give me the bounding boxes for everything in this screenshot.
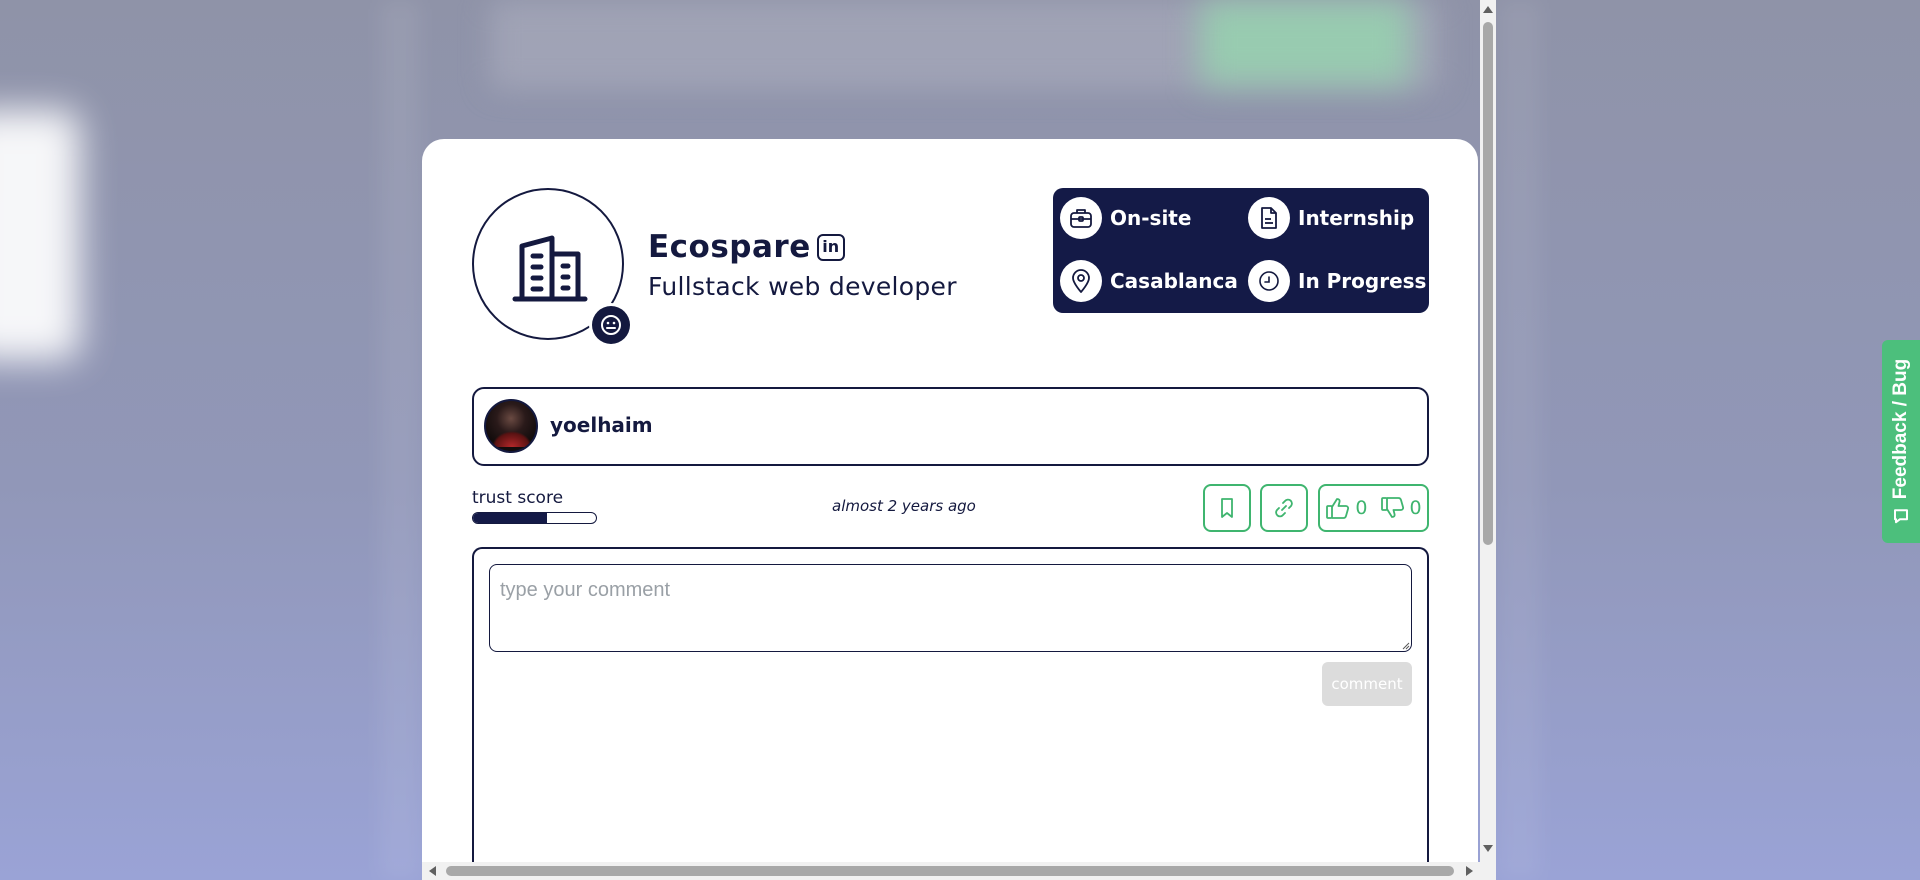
tag-label: On-site xyxy=(1110,206,1192,230)
tag-status: In Progress xyxy=(1248,260,1426,302)
job-tags-panel: On-site Internship Casablanca In Progres… xyxy=(1053,188,1429,313)
poster-username[interactable]: yoelhaim xyxy=(550,413,653,437)
trust-score-fill xyxy=(473,513,547,523)
scroll-down-arrow-icon[interactable] xyxy=(1483,845,1493,852)
scroll-left-arrow-icon[interactable] xyxy=(429,866,436,876)
blurred-green-button xyxy=(1200,0,1410,85)
company-name: Ecospare xyxy=(648,229,811,265)
copy-link-button[interactable] xyxy=(1260,484,1308,532)
scrollbar-thumb[interactable] xyxy=(1483,22,1493,545)
resize-grip-icon[interactable] xyxy=(1400,640,1410,650)
bookmark-button[interactable] xyxy=(1203,484,1251,532)
thumbs-down-icon[interactable] xyxy=(1380,496,1406,520)
scrollbar-corner xyxy=(1480,858,1496,880)
neutral-face-icon xyxy=(601,315,621,335)
scroll-up-arrow-icon[interactable] xyxy=(1483,6,1493,13)
tag-contract-type: Internship xyxy=(1248,197,1414,239)
scroll-right-arrow-icon[interactable] xyxy=(1466,866,1473,876)
votes-group: 0 0 xyxy=(1318,484,1429,532)
tag-label: Internship xyxy=(1298,206,1415,230)
feedback-bug-tab[interactable]: Feedback / Bug xyxy=(1882,340,1920,543)
job-title: Fullstack web developer xyxy=(648,272,957,301)
tag-work-mode: On-site xyxy=(1060,197,1191,239)
vertical-scrollbar[interactable] xyxy=(1480,0,1496,858)
avatar[interactable] xyxy=(484,399,538,453)
tag-location: Casablanca xyxy=(1060,260,1238,302)
horizontal-scrollbar[interactable] xyxy=(422,862,1480,880)
comments-section: comment xyxy=(472,547,1429,880)
thumbs-up-icon[interactable] xyxy=(1325,496,1351,520)
dislike-count: 0 xyxy=(1409,497,1422,519)
link-icon xyxy=(1275,498,1293,518)
chat-icon xyxy=(1894,508,1908,523)
blurred-band xyxy=(1500,0,1540,880)
blurred-band xyxy=(380,0,420,880)
poster-card[interactable]: yoelhaim xyxy=(472,387,1429,466)
linkedin-icon[interactable]: in xyxy=(816,233,845,261)
clock-icon xyxy=(1248,260,1290,302)
bookmark-icon xyxy=(1221,498,1233,518)
post-modal: Ecospare in Fullstack web developer On-s… xyxy=(422,139,1478,880)
building-icon xyxy=(512,235,588,302)
feedback-label: Feedback / Bug xyxy=(1890,358,1911,499)
trust-score-bar xyxy=(472,512,597,524)
submit-comment-button[interactable]: comment xyxy=(1322,662,1412,706)
blurred-side-card xyxy=(0,110,80,360)
document-icon xyxy=(1248,197,1290,239)
like-count: 0 xyxy=(1355,497,1368,519)
emoji-badge[interactable] xyxy=(592,306,630,344)
scrollbar-thumb[interactable] xyxy=(446,866,1454,876)
trust-score-label: trust score xyxy=(472,488,564,508)
tag-label: In Progress xyxy=(1298,269,1427,293)
tag-label: Casablanca xyxy=(1110,269,1238,293)
post-timestamp: almost 2 years ago xyxy=(832,497,976,515)
company-header: Ecospare in xyxy=(648,229,845,265)
briefcase-icon xyxy=(1060,197,1102,239)
location-pin-icon xyxy=(1060,260,1102,302)
comment-input[interactable] xyxy=(489,564,1412,652)
